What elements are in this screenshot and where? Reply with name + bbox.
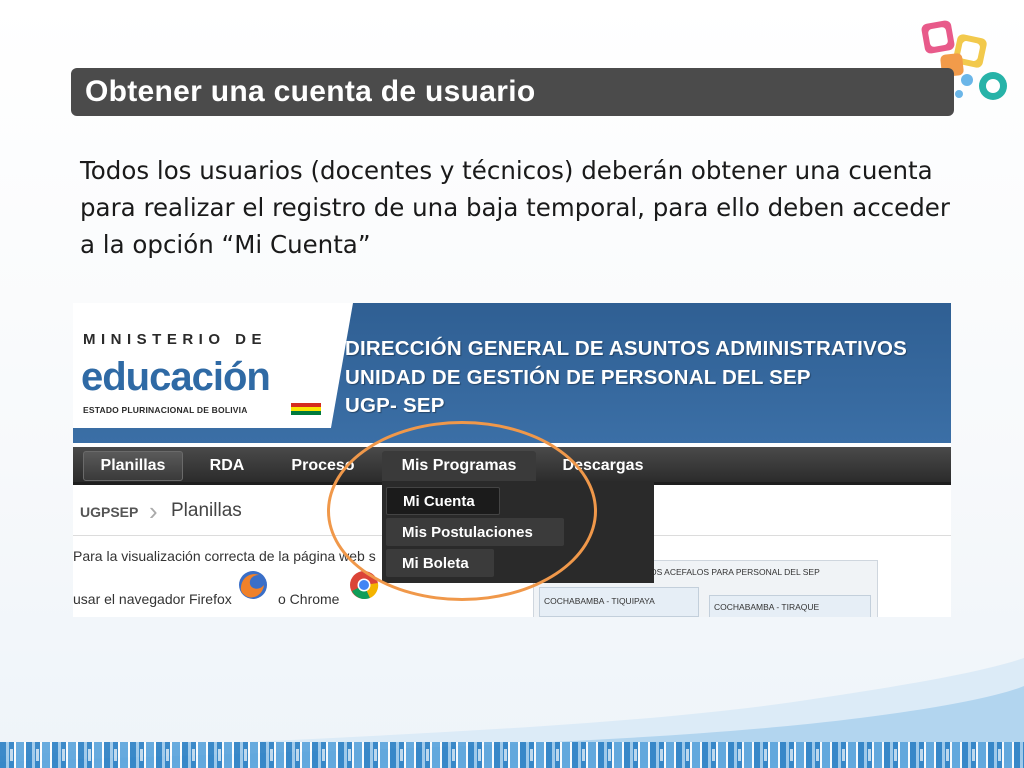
header-line3: UGP- SEP	[345, 394, 445, 417]
menu-item-mi-cuenta[interactable]: Mi Cuenta	[386, 487, 500, 515]
nav-bar: Planillas RDA Proceso Mis Programas Desc…	[73, 447, 951, 485]
browser-notice-line2: usar el navegador Firefox	[73, 591, 232, 607]
web-screenshot: MINISTERIO DE educación ESTADO PLURINACI…	[73, 303, 951, 617]
breadcrumb-current: Planillas	[171, 500, 242, 521]
vacancy-cell-tiraque[interactable]: COCHABAMBA - TIRAQUE	[709, 595, 871, 617]
ministry-line2: educación	[81, 355, 271, 399]
slide-title-bar: Obtener una cuenta de usuario	[71, 68, 954, 116]
chrome-icon[interactable]	[348, 569, 380, 601]
header-line1: DIRECCIÓN GENERAL DE ASUNTOS ADMINISTRAT…	[345, 337, 907, 360]
firefox-icon[interactable]	[237, 569, 269, 601]
bolivia-flag-icon	[291, 403, 321, 415]
ministry-line1: MINISTERIO DE	[83, 331, 268, 348]
menu-item-mi-boleta[interactable]: Mi Boleta	[386, 549, 494, 577]
menu-item-mis-postulaciones[interactable]: Mis Postulaciones	[386, 518, 564, 546]
header-line2: UNIDAD DE GESTIÓN DE PERSONAL DEL SEP	[345, 366, 811, 389]
nav-rda[interactable]: RDA	[193, 451, 261, 481]
nav-planillas[interactable]: Planillas	[83, 451, 183, 481]
vacancy-panel-header: OS ACEFALOS PARA PERSONAL DEL SEP	[650, 567, 820, 577]
mis-programas-dropdown: Mi Cuenta Mis Postulaciones Mi Boleta	[382, 481, 654, 583]
breadcrumb-separator-icon: ›	[149, 496, 158, 526]
breadcrumb-home[interactable]: UGPSEP	[80, 504, 138, 520]
slide-title: Obtener una cuenta de usuario	[85, 75, 536, 108]
ministry-line3: ESTADO PLURINACIONAL DE BOLIVIA	[83, 405, 248, 415]
nav-descargas[interactable]: Descargas	[553, 451, 653, 481]
bottom-pattern-decoration	[0, 742, 1024, 768]
nav-mis-programas[interactable]: Mis Programas	[382, 451, 536, 481]
ministry-logo-box: MINISTERIO DE educación ESTADO PLURINACI…	[73, 303, 329, 428]
browser-notice-chrome-text: o Chrome	[278, 591, 340, 607]
slide-paragraph: Todos los usuarios (docentes y técnicos)…	[80, 156, 950, 259]
vacancy-cell-tiquipaya[interactable]: COCHABAMBA - TIQUIPAYA	[539, 587, 699, 617]
browser-notice-line1: Para la visualización correcta de la pág…	[73, 548, 376, 564]
nav-proceso[interactable]: Proceso	[278, 451, 368, 481]
